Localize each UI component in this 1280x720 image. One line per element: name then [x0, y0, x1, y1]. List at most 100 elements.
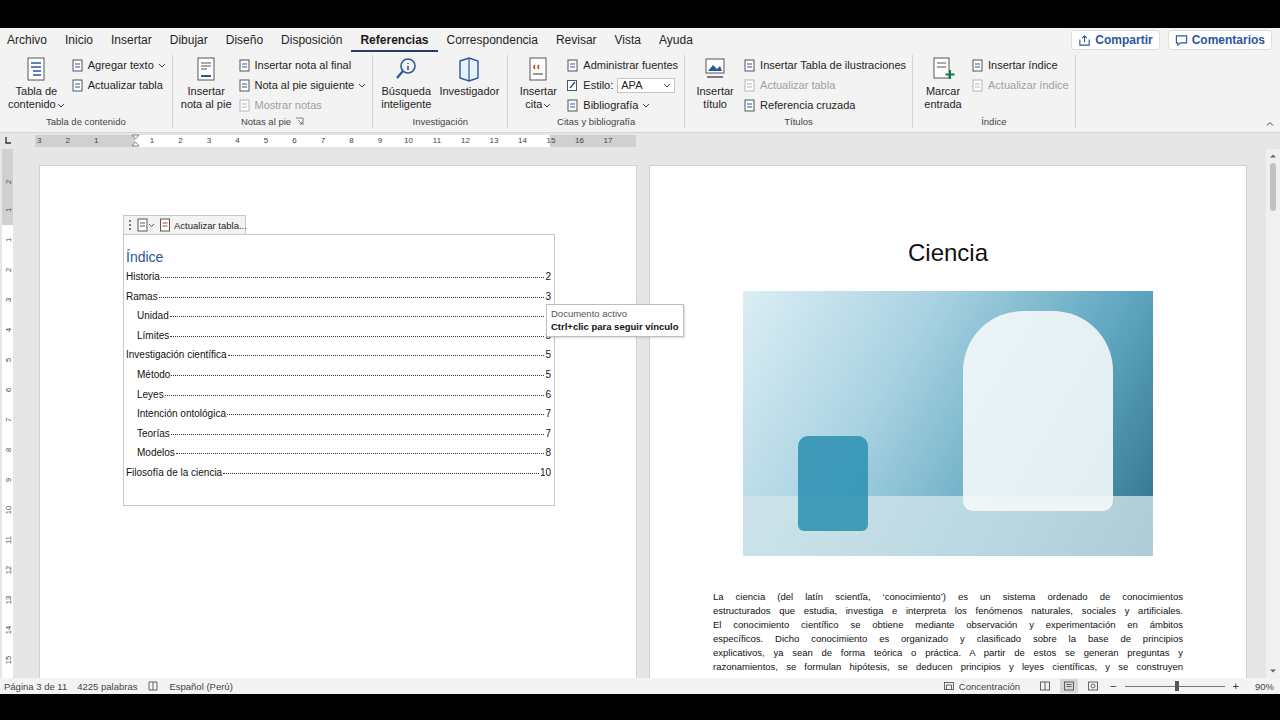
toc-entry[interactable]: Investigación científica5 — [126, 345, 551, 365]
proofing-icon[interactable] — [147, 680, 159, 692]
left-tab-icon — [3, 136, 13, 146]
ribbon-small-button[interactable]: Bibliografía — [566, 95, 678, 115]
toc-entry[interactable]: Teorías7 — [126, 424, 551, 444]
scroll-thumb[interactable] — [1270, 163, 1276, 211]
ribbon-small-button[interactable]: Actualizar índice — [971, 75, 1069, 95]
ruler-mark: 9 — [0, 475, 23, 486]
ribbon-tab[interactable]: Dibujar — [161, 28, 217, 52]
ruler-mark: 13 — [480, 135, 509, 147]
toc-entry[interactable]: Límites5 — [126, 326, 551, 346]
dialog-launcher-icon[interactable] — [295, 117, 304, 126]
vertical-scrollbar[interactable] — [1266, 149, 1280, 678]
ruler-mark: 10 — [0, 505, 23, 516]
ribbon-large-button[interactable]: Insertartítulo — [691, 55, 739, 111]
dropdown-chevron-icon — [663, 81, 671, 89]
ruler-mark: 2 — [54, 135, 83, 147]
ribbon-large-button[interactable]: Insertarcita — [514, 55, 562, 111]
ribbon-tab[interactable]: Revisar — [547, 28, 606, 52]
view-icon — [1063, 680, 1075, 692]
toc-entry[interactable]: Unidad — [126, 306, 551, 326]
ribbon-tab[interactable]: Correspondencia — [438, 28, 547, 52]
zoom-thumb[interactable] — [1175, 681, 1179, 691]
toc-entry[interactable]: Filosofía de la ciencia10 — [126, 463, 551, 483]
footnote-icon — [192, 55, 220, 83]
book-icon — [455, 55, 483, 83]
ribbon-small-button[interactable]: Actualizar tabla — [71, 75, 166, 95]
document-icon — [971, 59, 984, 72]
update-table-button[interactable]: Actualizar tabla... — [159, 218, 247, 232]
ribbon-tab[interactable]: Disposición — [272, 28, 351, 52]
ribbon-small-button[interactable]: Actualizar tabla — [743, 75, 906, 95]
science-photo[interactable] — [743, 291, 1153, 556]
ribbon-tab[interactable]: Referencias — [351, 28, 437, 52]
ruler-mark: 5 — [0, 355, 23, 366]
status-bar: Página 3 de 11 4225 palabras Español (Perú… — [0, 678, 1280, 694]
table-of-contents-icon — [22, 55, 50, 83]
view-mode-button[interactable] — [1060, 679, 1078, 693]
view-mode-button[interactable] — [1084, 679, 1102, 693]
scroll-down-icon[interactable] — [1268, 666, 1278, 676]
focus-button[interactable]: Concentración — [943, 680, 1020, 692]
ruler-mark: 11 — [423, 135, 452, 147]
collapse-ribbon-icon[interactable] — [1265, 119, 1275, 129]
document-icon — [238, 59, 251, 72]
word-count[interactable]: 4225 palabras — [77, 681, 137, 692]
page-count[interactable]: Página 3 de 11 — [4, 681, 67, 692]
ribbon-tab[interactable]: Archivo — [0, 28, 56, 52]
ribbon-small-button[interactable]: Nota al pie siguiente — [238, 75, 367, 95]
ribbon-tabs: ArchivoInicioInsertarDibujarDiseñoDispos… — [0, 28, 1280, 52]
zoom-level[interactable]: 90% — [1255, 681, 1274, 692]
style-dropdown[interactable]: APA — [617, 78, 675, 93]
ribbon-small-button[interactable]: Insertar nota al final — [238, 55, 367, 75]
toc-entry[interactable]: Método5 — [126, 365, 551, 385]
document-page[interactable]: CienciaLa ciencia (del latín scientĭa, ‘… — [650, 166, 1246, 678]
mark-entry-icon — [929, 55, 957, 83]
ribbon-large-button[interactable]: Investigador — [437, 55, 501, 98]
ribbon-tab[interactable]: Insertar — [102, 28, 161, 52]
ribbon-small-button[interactable]: Insertar índice — [971, 55, 1069, 75]
drag-handle-icon[interactable] — [127, 218, 133, 232]
language[interactable]: Español (Perú) — [169, 681, 232, 692]
ribbon-large-button[interactable]: Insertarnota al pie — [179, 55, 234, 111]
toc-entry[interactable]: Leyes6 — [126, 385, 551, 405]
ribbon-large-button[interactable]: Tabla decontenido — [6, 55, 67, 111]
ruler-mark: 1 — [0, 235, 23, 246]
tab-selector[interactable] — [0, 133, 15, 149]
toc-entry[interactable]: Modelos8 — [126, 443, 551, 463]
ribbon-small-button[interactable]: Administrar fuentes — [566, 55, 678, 75]
ruler-mark: 12 — [0, 565, 23, 576]
toc-entry[interactable]: Intención ontológica7 — [126, 404, 551, 424]
comments-button[interactable]: Comentarios — [1168, 30, 1272, 50]
toc-entry[interactable]: Historia2 — [126, 267, 551, 287]
zoom-slider[interactable] — [1125, 680, 1225, 692]
table-of-contents[interactable]: ÍndiceHistoria2Ramas3UnidadLímites5Inves… — [123, 234, 555, 506]
ribbon-tab[interactable]: Diseño — [217, 28, 272, 52]
ruler-mark: 1 — [138, 135, 167, 147]
document-page[interactable]: Actualizar tabla... ÍndiceHistoria2Ramas3… — [40, 166, 636, 678]
ribbon-large-button[interactable]: Búsquedainteligente — [379, 55, 433, 111]
word-window: ArchivoInicioInsertarDibujarDiseñoDispos… — [0, 0, 1280, 720]
ribbon-tab[interactable]: Ayuda — [650, 28, 702, 52]
ribbon-tab[interactable]: Inicio — [56, 28, 102, 52]
share-button[interactable]: Compartir — [1071, 30, 1159, 50]
scroll-up-icon[interactable] — [1268, 151, 1278, 161]
ribbon-tab[interactable]: Vista — [606, 28, 650, 52]
toc-entry[interactable]: Ramas3 — [126, 287, 551, 307]
ruler-mark: 6 — [0, 385, 23, 396]
ribbon-small-button[interactable]: Agregar texto — [71, 55, 166, 75]
indent-marker-icon[interactable] — [131, 134, 140, 148]
citation-icon — [524, 55, 552, 83]
ribbon-large-button[interactable]: Marcarentrada — [919, 55, 967, 111]
ribbon: Tabla decontenidoAgregar textoActualizar… — [0, 52, 1280, 133]
ribbon-small-button[interactable]: Insertar Tabla de ilustraciones — [743, 55, 906, 75]
ribbon-small-button[interactable]: Mostrar notas — [238, 95, 367, 115]
document-area: 21123456789101112131415Actualizar tabla.… — [0, 149, 1280, 678]
ruler-mark: 15 — [537, 135, 566, 147]
ribbon-small-button[interactable]: Referencia cruzada — [743, 95, 906, 115]
zoom-out-button[interactable]: − — [1108, 679, 1118, 693]
zoom-in-button[interactable]: + — [1231, 679, 1241, 693]
document-heading: Ciencia — [908, 238, 988, 268]
style-select[interactable]: Estilo:APA — [566, 75, 678, 95]
toc-menu-icon[interactable] — [136, 218, 156, 232]
view-mode-button[interactable] — [1036, 679, 1054, 693]
